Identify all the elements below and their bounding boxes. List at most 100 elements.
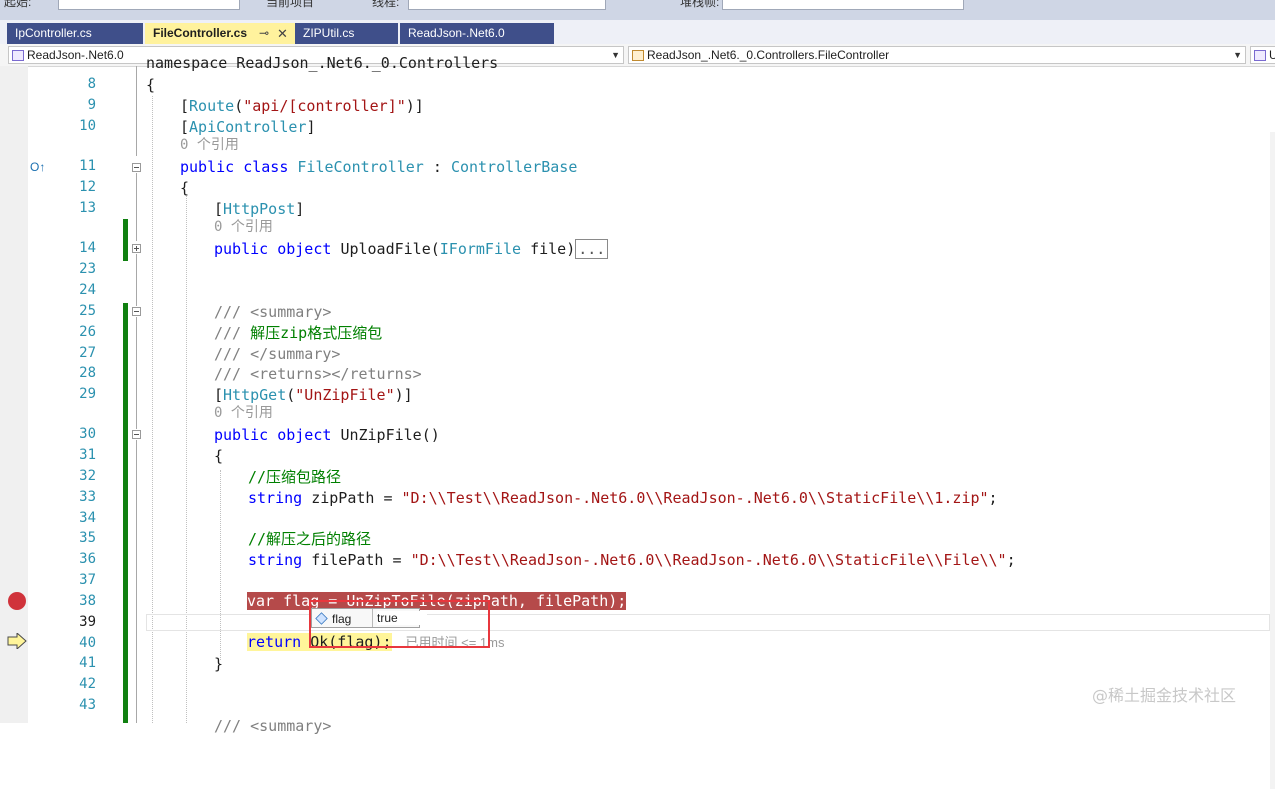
semicolon: ; (988, 489, 998, 507)
line-number: 28 (79, 365, 96, 381)
keyword: public object (214, 426, 332, 444)
tab-filecontroller[interactable]: FileController.cs ⊸ ✕ (145, 23, 295, 44)
code-line-partial-top: namespace ReadJson_.Net6._0.Controllers (146, 54, 499, 72)
keyword: string (248, 551, 303, 569)
annotation-highlight-box (309, 600, 490, 648)
keyword: public class (180, 158, 289, 176)
close-icon[interactable]: ✕ (277, 23, 288, 44)
change-bar (123, 303, 128, 723)
watermark: @稀土掘金技术社区 (1092, 686, 1237, 705)
keyword: return (247, 633, 302, 651)
doc-comment-text: 解压zip格式压缩包 (250, 324, 383, 342)
expand-icon[interactable] (132, 244, 141, 253)
brace: { (214, 447, 224, 465)
bracket: [ (180, 118, 190, 136)
member-dropdown-label: U (1269, 48, 1275, 62)
line-number: 13 (79, 200, 96, 216)
code-line-10: [ApiController] (180, 118, 315, 136)
outline-line (136, 254, 137, 306)
codelens-references[interactable]: 0 个引用 (214, 218, 273, 236)
line-number: 41 (79, 655, 96, 671)
outline-line (136, 66, 137, 156)
tab-label: IpController.cs (15, 26, 92, 40)
code-line-27: /// </summary> (214, 345, 340, 363)
code-line-9: [Route("api/[controller]")] (180, 97, 424, 115)
code-line-29: [HttpGet("UnZipFile")] (214, 386, 413, 404)
code-line-28: /// <returns></returns> (214, 365, 422, 383)
bracket: [ (180, 97, 190, 115)
type-dropdown[interactable]: ReadJson_.Net6._0.Controllers.FileContro… (628, 46, 1246, 64)
identifier: zipPath = (302, 489, 402, 507)
chevron-down-icon: ▼ (1233, 50, 1242, 60)
indicator-margin[interactable] (0, 66, 28, 723)
codelens-references[interactable]: 0 个引用 (180, 136, 239, 154)
line-number: 38 (79, 593, 96, 609)
thread-combo[interactable] (408, 0, 606, 10)
doc-comment-prefix: /// (214, 365, 251, 383)
line-number: 24 (79, 282, 96, 298)
attribute-name: ApiController (189, 118, 307, 136)
bracket: )] (405, 97, 424, 115)
stackframe-combo[interactable] (722, 0, 964, 10)
doc-comment-prefix: /// (214, 324, 251, 342)
collapse-icon[interactable] (132, 163, 141, 172)
line-number: 35 (79, 530, 96, 546)
document-tab-strip: IpController.cs FileController.cs ⊸ ✕ ZI… (0, 20, 1275, 44)
string-literal: "D:\\Test\\ReadJson-.Net6.0\\ReadJson-.N… (401, 489, 989, 507)
line-number: 37 (79, 572, 96, 588)
toolbar-label-thread: 线程: (372, 0, 400, 9)
code-line-33: string zipPath = "D:\\Test\\ReadJson-.Ne… (248, 489, 998, 507)
code-line-25: /// <summary> (214, 303, 331, 321)
indent-guide (186, 196, 187, 723)
string-literal: "D:\\Test\\ReadJson-.Net6.0\\ReadJson-.N… (410, 551, 1007, 569)
line-number: 33 (79, 489, 96, 505)
indent-guide (220, 470, 221, 660)
breakpoint-icon[interactable] (8, 592, 26, 610)
outline-line (136, 668, 137, 723)
brace: } (214, 655, 224, 673)
tab-readjson-project[interactable]: ReadJson-.Net6.0 (400, 23, 554, 44)
line-number: 23 (79, 261, 96, 277)
type-dropdown-label: ReadJson_.Net6._0.Controllers.FileContro… (647, 48, 890, 62)
line-number: 36 (79, 551, 96, 567)
vertical-scrollbar[interactable] (1270, 132, 1275, 789)
project-icon (12, 50, 24, 61)
line-number: 27 (79, 345, 96, 361)
collapse-icon[interactable] (132, 307, 141, 316)
code-line-35: //解压之后的路径 (248, 530, 372, 548)
paren: ( (234, 97, 244, 115)
code-line-14: public object UploadFile(IFormFile file)… (214, 239, 609, 259)
bracket: [ (214, 386, 224, 404)
process-combo[interactable] (58, 0, 240, 10)
line-number: 30 (79, 426, 96, 442)
code-line-11: public class FileController : Controller… (180, 158, 577, 176)
tab-label: ReadJson-.Net6.0 (408, 26, 505, 40)
line-number: 40 (79, 635, 96, 651)
code-line-36: string filePath = "D:\\Test\\ReadJson-.N… (248, 551, 1016, 569)
doc-comment-prefix: /// (214, 345, 251, 363)
collapsed-region[interactable]: ... (575, 239, 609, 259)
tab-ipcontroller[interactable]: IpController.cs (7, 23, 143, 44)
line-number: 31 (79, 447, 96, 463)
line-number: 29 (79, 386, 96, 402)
tab-label: ZIPUtil.cs (303, 26, 355, 40)
line-number: 14 (79, 240, 96, 256)
string-literal: "api/[controller]" (243, 97, 406, 115)
codelens-references[interactable]: 0 个引用 (214, 404, 273, 422)
code-editor[interactable]: namespace ReadJson_.Net6._0.Controllers … (0, 54, 1275, 789)
override-icon[interactable]: O↑ (30, 160, 45, 174)
chevron-down-icon: ▼ (611, 50, 620, 60)
keyword: string (248, 489, 303, 507)
change-bar (123, 219, 128, 261)
code-line-26: /// 解压zip格式压缩包 (214, 324, 382, 342)
pin-icon[interactable]: ⊸ (259, 23, 269, 44)
tab-ziputil[interactable]: ZIPUtil.cs (295, 23, 398, 44)
code-line-31: { (214, 447, 223, 465)
line-number: 25 (79, 303, 96, 319)
doc-comment-prefix: /// (214, 303, 251, 321)
string-literal: "UnZipFile" (295, 386, 395, 404)
collapse-icon[interactable] (132, 430, 141, 439)
attribute-name: Route (189, 97, 235, 115)
line-number: 9 (87, 97, 96, 113)
member-dropdown[interactable]: U (1250, 46, 1275, 64)
